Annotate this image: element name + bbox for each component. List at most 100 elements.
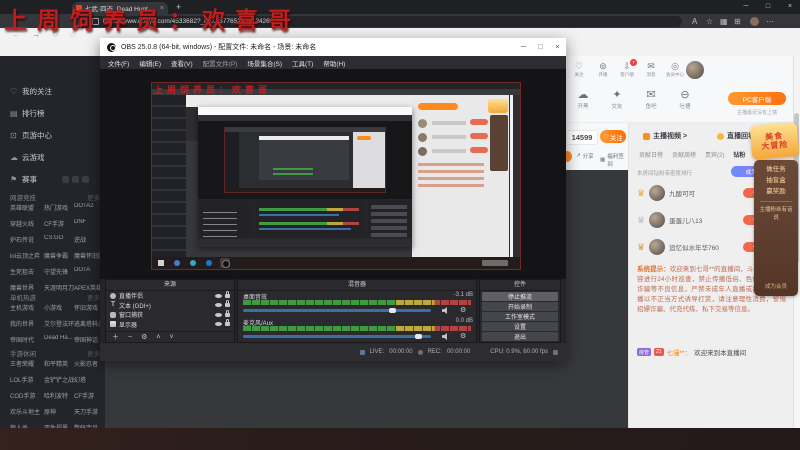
game-link[interactable]: 原神: [44, 407, 74, 416]
toolbar-item-feedback[interactable]: ⊖ 吐槽: [670, 89, 700, 110]
game-link[interactable]: 帝国时代: [10, 335, 44, 344]
subtab-diamond[interactable]: 钻粉: [733, 150, 745, 159]
move-up-button[interactable]: ˄: [156, 334, 160, 341]
game-link[interactable]: 艾尔登法环: [44, 319, 74, 328]
event-badge[interactable]: 美食 大冒险: [749, 122, 800, 160]
sources-dock-title[interactable]: 来源: [106, 280, 234, 291]
game-link[interactable]: 怀旧游戏: [74, 303, 102, 312]
menu-view[interactable]: 查看(V): [171, 58, 193, 68]
user-avatar[interactable]: [686, 61, 704, 79]
game-link[interactable]: 穿越火线: [10, 219, 44, 228]
header-item-follow[interactable]: ♡ 关注: [568, 61, 590, 78]
speaker-icon[interactable]: [442, 307, 447, 314]
collections-icon[interactable]: ⊞: [734, 16, 741, 27]
game-link[interactable]: 魔兽争霸: [44, 251, 74, 260]
header-item-messages[interactable]: ✉ 消息: [640, 61, 662, 78]
game-link[interactable]: CS:GO: [44, 235, 74, 244]
game-link[interactable]: APEX英雄: [74, 283, 102, 292]
menu-file[interactable]: 文件(F): [108, 58, 129, 68]
sidebar-item-cloudgame[interactable]: ☁ 云游戏: [10, 150, 102, 164]
window-minimize-button[interactable]: ─: [738, 1, 754, 13]
game-link[interactable]: 哈利波特: [44, 391, 74, 400]
subtab-weekly[interactable]: 贡献周榜: [672, 150, 696, 159]
volume-slider-knob[interactable]: [389, 308, 396, 313]
game-link[interactable]: 天刀手游: [74, 407, 102, 416]
esports-mini-icons[interactable]: [62, 175, 89, 183]
game-link[interactable]: 幻塔: [74, 375, 102, 384]
menu-profile[interactable]: 配置文件(P): [203, 58, 238, 68]
lock-icon[interactable]: [225, 309, 230, 317]
game-link[interactable]: Dead Ha...: [44, 335, 74, 344]
add-source-button[interactable]: ＋: [112, 332, 119, 342]
header-item-client[interactable]: ⇩ 客户端 7: [616, 59, 638, 78]
source-row[interactable]: 显示器: [106, 319, 234, 330]
move-down-button[interactable]: ˅: [169, 334, 173, 341]
chat-username[interactable]: 七漫**：: [667, 347, 692, 357]
pc-client-button[interactable]: PC客户端: [728, 92, 786, 105]
game-link[interactable]: 守望先锋: [44, 267, 74, 276]
game-link[interactable]: CF手游: [44, 219, 74, 228]
game-link[interactable]: 帝国神话: [74, 335, 102, 344]
game-link[interactable]: 火影忍者: [74, 359, 102, 368]
lock-icon[interactable]: [225, 319, 230, 327]
tab-streamer-videos[interactable]: 主播视频 >: [643, 131, 687, 141]
toolbar-item-friends[interactable]: ✦ 交友: [602, 89, 632, 110]
game-link[interactable]: 小游戏: [44, 303, 74, 312]
game-link[interactable]: 炉石传说: [10, 235, 44, 244]
obs-minimize-button[interactable]: ─: [515, 38, 532, 56]
game-link[interactable]: 热门游戏: [44, 203, 74, 212]
game-link[interactable]: 逆战: [74, 235, 102, 244]
visibility-eye-icon[interactable]: [215, 312, 222, 317]
window-close-button[interactable]: ×: [782, 1, 798, 13]
obs-title-bar[interactable]: OBS 25.0.8 (64-bit, windows) - 配置文件: 未命名…: [100, 38, 566, 56]
visibility-eye-icon[interactable]: [215, 293, 222, 298]
game-link[interactable]: 魔兽怀旧服: [74, 251, 102, 260]
toolbar-item-team[interactable]: ☁ 开黑: [568, 89, 598, 110]
channel-settings-icon[interactable]: ⚙: [460, 307, 466, 314]
sidebar-item-follow[interactable]: ♡ 我的关注: [10, 84, 102, 98]
game-link[interactable]: 我的世界: [10, 319, 44, 328]
lock-icon[interactable]: [225, 290, 230, 298]
game-link[interactable]: DNF: [74, 219, 102, 228]
share-button[interactable]: ↗ 分享: [576, 152, 594, 160]
settings-button[interactable]: 设置: [482, 322, 558, 331]
section-more-link[interactable]: 更多: [87, 292, 100, 302]
game-link[interactable]: LOL手游: [10, 375, 44, 384]
sidebar-item-ranking[interactable]: ▤ 排行榜: [10, 106, 102, 120]
source-row[interactable]: 窗口捕获: [106, 309, 234, 320]
controls-dock-title[interactable]: 控件: [480, 280, 560, 291]
subtab-vip[interactable]: 贵宾(2): [705, 150, 724, 159]
subtab-daily[interactable]: 贡献日榜: [639, 150, 663, 159]
extensions-icon[interactable]: ▦: [720, 16, 728, 27]
source-row[interactable]: T 文本 (GDI+): [106, 300, 234, 311]
exit-button[interactable]: 退出: [482, 332, 558, 341]
menu-scene-collection[interactable]: 场景集合(S): [247, 58, 282, 68]
menu-tools[interactable]: 工具(T): [292, 58, 313, 68]
sidebar-item-webgame[interactable]: ⊡ 页游中心: [10, 128, 102, 142]
visibility-eye-icon[interactable]: [215, 322, 222, 327]
header-item-member[interactable]: ◎ 会员中心: [664, 61, 686, 78]
follow-button[interactable]: ♡ 关注: [600, 130, 626, 143]
volume-slider[interactable]: [243, 334, 431, 339]
header-item-broadcast[interactable]: ⊚ 开播: [592, 61, 614, 78]
game-link[interactable]: DOTA2: [74, 203, 102, 212]
game-link[interactable]: 主机游戏: [10, 303, 44, 312]
favorites-icon[interactable]: ☆: [706, 16, 713, 27]
mixer-dock-title[interactable]: 混音器: [238, 280, 476, 291]
remove-source-button[interactable]: −: [128, 334, 132, 341]
obs-maximize-button[interactable]: □: [532, 38, 549, 56]
read-aloud-icon[interactable]: A: [692, 16, 697, 27]
source-row[interactable]: 直播伴侣: [106, 290, 234, 301]
section-more-link[interactable]: 更多: [87, 348, 100, 358]
menu-edit[interactable]: 编辑(E): [139, 58, 161, 68]
browser-profile-avatar[interactable]: [750, 17, 759, 26]
studio-mode-button[interactable]: 工作室模式: [482, 312, 558, 321]
game-link[interactable]: 魔兽世界: [10, 283, 44, 292]
volume-slider[interactable]: [243, 308, 431, 313]
game-link[interactable]: CF手游: [74, 391, 102, 400]
toolbar-item-yuba[interactable]: ✉ 鱼吧: [636, 89, 666, 110]
channel-settings-icon[interactable]: ⚙: [460, 333, 466, 340]
speaker-icon[interactable]: [442, 333, 447, 340]
game-link[interactable]: 生死狙击: [10, 267, 44, 276]
window-maximize-button[interactable]: □: [760, 1, 776, 13]
